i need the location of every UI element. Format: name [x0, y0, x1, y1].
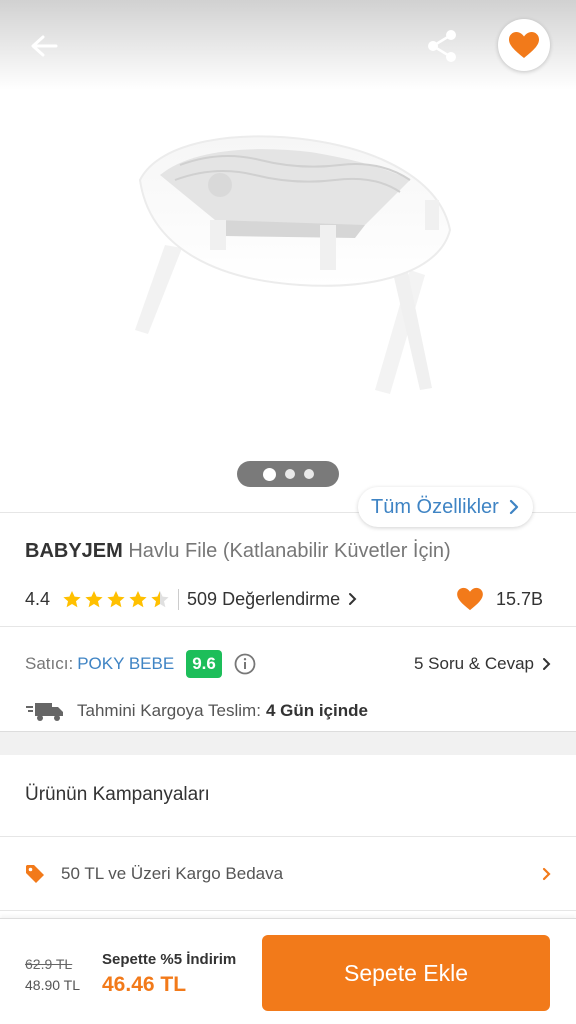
divider [0, 836, 576, 837]
pager-dot-2[interactable] [284, 469, 295, 479]
back-button[interactable] [22, 26, 66, 66]
seller-label: Satıcı: [25, 654, 74, 673]
sale-price: 48.90 TL [25, 977, 81, 993]
chevron-right-icon [509, 499, 518, 515]
product-image[interactable] [120, 120, 460, 420]
rating-value: 4.4 [25, 588, 51, 609]
shipping-label: Tahmini Kargoya Teslim: [77, 701, 261, 720]
seller-row: Satıcı: POKY BEBE 9.6 5 Soru & Cevap [25, 648, 551, 680]
shipping-row: Tahmini Kargoya Teslim: 4 Gün içinde [25, 698, 368, 724]
reviews-label: 509 Değerlendirme [187, 588, 341, 609]
tag-icon [26, 865, 44, 883]
divider [0, 626, 576, 627]
section-separator [0, 731, 576, 755]
top-gradient [0, 0, 576, 90]
star-full-icon [63, 590, 81, 607]
info-icon[interactable] [234, 653, 256, 675]
old-price: 62.9 TL [25, 956, 73, 972]
arrow-left-icon [31, 35, 58, 57]
star-rating [62, 590, 170, 609]
star-full-icon [107, 590, 125, 607]
heart-icon [457, 587, 483, 611]
shipping-value: 4 Gün içinde [265, 701, 368, 720]
basket-discount-price: 46.46 TL [102, 973, 187, 996]
campaigns-title: Ürünün Kampanyaları [25, 784, 210, 805]
product-name: Havlu File (Katlanabilir Küvetler İçin) [128, 540, 451, 562]
chevron-right-icon [349, 593, 357, 605]
likes-value: 15.7B [495, 588, 543, 609]
product-gallery[interactable] [0, 0, 576, 512]
bottom-bar: 62.9 TL 48.90 TL Sepette %5 İndirim 46.4… [0, 918, 576, 1024]
product-brand[interactable]: BABYJEM [25, 540, 123, 562]
campaign-item[interactable]: 50 TL ve Üzeri Kargo Bedava [25, 860, 551, 888]
pager-dot-1[interactable] [262, 467, 276, 481]
truck-icon [26, 703, 63, 721]
product-title: BABYJEM Havlu File (Katlanabilir Küvetle… [25, 540, 451, 563]
pager-dot-3[interactable] [303, 469, 314, 479]
reviews-link[interactable]: 509 Değerlendirme [178, 588, 357, 610]
star-half-icon [151, 590, 169, 607]
share-icon [428, 30, 456, 62]
chevron-right-icon [543, 658, 551, 670]
basket-discount-label: Sepette %5 İndirim [102, 951, 237, 968]
seller-score-badge: 9.6 [186, 650, 222, 678]
chevron-right-icon [542, 867, 551, 881]
image-pager[interactable] [237, 461, 339, 487]
campaign-text: 50 TL ve Üzeri Kargo Bedava [61, 864, 284, 883]
rating-row: 4.4 509 Değerlendirme 15.7B [25, 586, 551, 612]
share-button[interactable] [420, 24, 464, 68]
star-full-icon [129, 590, 147, 607]
likes-count[interactable]: 15.7B [456, 587, 543, 611]
add-to-cart-button[interactable]: Sepete Ekle [262, 935, 550, 1011]
star-full-icon [85, 590, 103, 607]
divider [0, 910, 576, 911]
all-features-button[interactable]: Tüm Özellikler [358, 487, 533, 527]
all-features-label: Tüm Özellikler [371, 495, 499, 518]
qa-label: 5 Soru & Cevap [413, 654, 534, 673]
heart-icon [509, 32, 539, 58]
seller-name-link[interactable]: POKY BEBE [77, 654, 174, 674]
qa-link[interactable]: 5 Soru & Cevap [414, 654, 551, 674]
favorite-button[interactable] [498, 19, 550, 71]
